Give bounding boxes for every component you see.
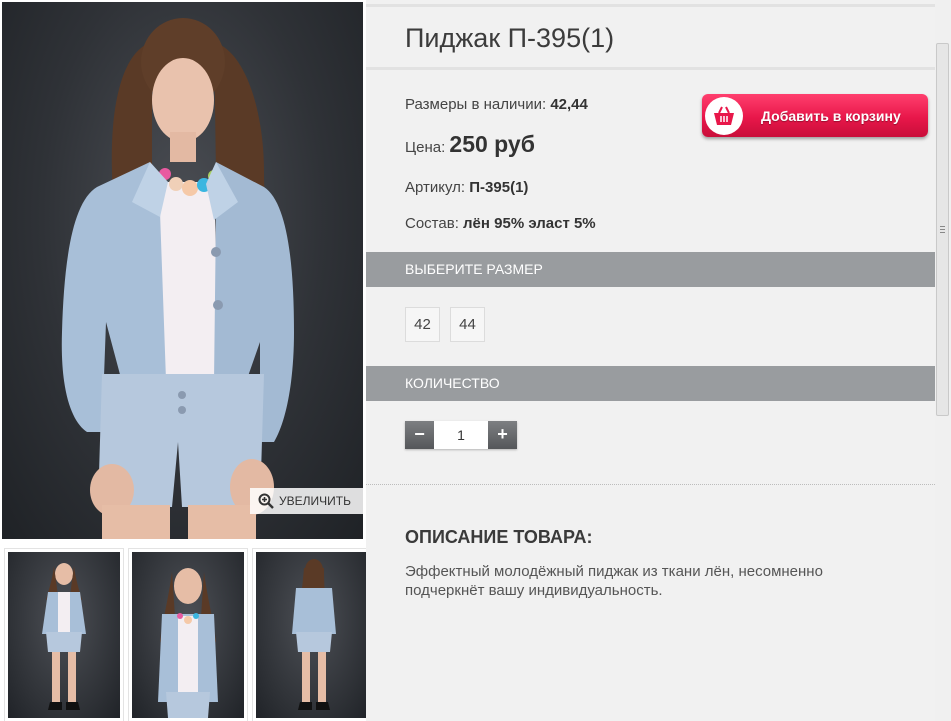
- sizes-value: 42,44: [550, 96, 588, 113]
- quantity-section-header: КОЛИЧЕСТВО: [366, 366, 935, 401]
- thumbnail-1[interactable]: [4, 548, 124, 721]
- magnifier-plus-icon: [258, 493, 274, 509]
- thumbnail-3[interactable]: [252, 548, 372, 721]
- size-option-44[interactable]: 44: [450, 307, 485, 342]
- divider: [366, 484, 935, 485]
- quantity-decrease-button[interactable]: −: [405, 421, 434, 449]
- title-bar: Пиджак П-395(1): [366, 4, 935, 70]
- size-option-42[interactable]: 42: [405, 307, 440, 342]
- price: Цена: 250 руб: [405, 131, 535, 158]
- quantity-stepper: − +: [405, 421, 517, 449]
- zoom-button[interactable]: УВЕЛИЧИТЬ: [250, 488, 363, 514]
- thumbnail-strip: [2, 548, 372, 721]
- scrollbar[interactable]: [935, 0, 951, 721]
- thumbnail-2[interactable]: [128, 548, 248, 721]
- composition-label: Состав:: [405, 215, 459, 232]
- quantity-increase-button[interactable]: +: [488, 421, 517, 449]
- scrollbar-thumb[interactable]: [936, 43, 949, 416]
- grip-icon: [940, 226, 945, 235]
- sizes-available: Размеры в наличии: 42,44: [405, 96, 588, 113]
- description-heading: ОПИСАНИЕ ТОВАРА:: [405, 527, 593, 547]
- sizes-label: Размеры в наличии:: [405, 96, 547, 113]
- product-page: УВЕЛИЧИТЬ Пиджак П-395(1) Размеры в нали…: [0, 0, 951, 721]
- add-to-cart-label: Добавить в корзину: [761, 107, 901, 124]
- product-info-panel: Пиджак П-395(1) Размеры в наличии: 42,44…: [366, 0, 935, 721]
- price-label: Цена:: [405, 139, 446, 156]
- product-gallery: УВЕЛИЧИТЬ: [0, 0, 372, 721]
- description-text: Эффектный молодёжный пиджак из ткани лён…: [405, 563, 823, 599]
- composition: Состав: лён 95% эласт 5%: [405, 215, 596, 232]
- shopping-basket-icon: [705, 96, 743, 135]
- product-title: Пиджак П-395(1): [405, 23, 615, 53]
- model-photo-illustration: [61, 18, 294, 539]
- article-value: П-395(1): [469, 179, 529, 196]
- article: Артикул: П-395(1): [405, 179, 528, 196]
- add-to-cart-button[interactable]: Добавить в корзину: [702, 94, 928, 137]
- size-section-header: ВЫБЕРИТЕ РАЗМЕР: [366, 252, 935, 287]
- article-label: Артикул:: [405, 179, 466, 196]
- composition-value: лён 95% эласт 5%: [463, 215, 596, 232]
- price-value: 250 руб: [449, 131, 535, 157]
- zoom-label: УВЕЛИЧИТЬ: [279, 494, 351, 508]
- quantity-input[interactable]: [434, 421, 488, 449]
- main-product-photo[interactable]: УВЕЛИЧИТЬ: [2, 2, 363, 539]
